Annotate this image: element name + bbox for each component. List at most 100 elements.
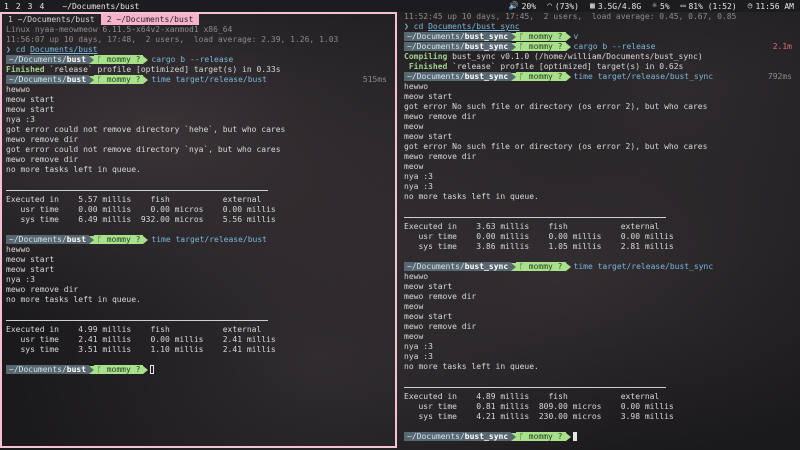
cargo-status-text: `release` profile [optimized] target(s) … [44, 65, 281, 74]
brightness-icon: ☼ [652, 1, 657, 10]
output-line: mewo remove dir [404, 322, 477, 331]
volume-indicator[interactable]: 🔊 20% [509, 2, 536, 11]
prompt-directory: ~/Documents/bust_sync [404, 32, 512, 41]
git-branch-icon: ᚴ [519, 432, 529, 441]
cargo-status-text: bust_sync v0.1.0 (/home/william/Document… [447, 52, 703, 61]
output-line: got error No such file or directory (os … [404, 102, 708, 111]
output-line: Executed in 5.57 millis fish external [6, 195, 262, 204]
shell-prompt: ~/Documents/bust_sync ᚴ mommy ? [404, 432, 571, 441]
git-branch-icon: ᚴ [519, 72, 529, 81]
prompt-separator [565, 262, 571, 271]
prompt-line: ~/Documents/bust ᚴ mommy ? cargo b --relea… [6, 55, 391, 65]
git-branch-name: mommy ? [528, 262, 563, 271]
shell-prompt: ~/Documents/bust ᚴ mommy ? [6, 75, 149, 84]
shell-prompt: ~/Documents/bust_sync ᚴ mommy ? [404, 72, 571, 81]
terminal-output[interactable]: 11:52:45 up 10 days, 17:45, 2 users, loa… [400, 12, 800, 442]
prompt-git-branch: ᚴ mommy ? [516, 42, 566, 51]
prompt-dir-path: ~/Documents/ [9, 75, 67, 84]
git-branch-icon: ᚴ [519, 32, 529, 41]
shell-prompt: ~/Documents/bust_sync ᚴ mommy ? [404, 42, 571, 51]
output-line: sys time 6.49 millis 932.00 micros 5.56 … [6, 215, 276, 224]
git-branch-name: mommy ? [528, 72, 563, 81]
terminal-pane-left[interactable]: 1 ~/Documents/bust 2 ~/Documents/bust Li… [0, 12, 397, 448]
output-line: no more tasks left in queue. [404, 192, 539, 201]
output-line: sys time 4.21 millis 230.00 micros 3.98 … [404, 412, 674, 421]
terminal-tab-1[interactable]: 1 ~/Documents/bust [2, 14, 101, 25]
battery-icon: ▭ [680, 1, 686, 10]
prompt-git-branch: ᚴ mommy ? [94, 235, 144, 244]
command-text: cargo b --release [151, 55, 234, 64]
output-line: meow [404, 332, 424, 341]
prompt-dir-name: bust_sync [464, 32, 509, 41]
workspace-1[interactable]: 1 [4, 2, 9, 11]
prompt-separator [565, 432, 571, 441]
git-branch-icon: ᚴ [519, 262, 529, 271]
terminal-output[interactable]: Linux nyaa-meowmeow 6.11.5-x64v2-xanmod1… [2, 25, 395, 375]
workspace-4[interactable]: 4 [39, 2, 44, 11]
workspace-3[interactable]: 3 [28, 2, 33, 11]
output-line: hewwo [6, 85, 31, 94]
output-line: hewwo [404, 82, 429, 91]
output-line: meow [404, 302, 424, 311]
command-duration: 2.1m [772, 42, 792, 51]
focused-window-title: ~/Documents/bust [62, 1, 140, 11]
workspace-2[interactable]: 2 [16, 2, 21, 11]
command-duration: 515ms [362, 75, 387, 84]
terminal-pane-right[interactable]: 11:52:45 up 10 days, 17:45, 2 users, loa… [400, 12, 800, 448]
prompt-line: ~/Documents/bust ᚴ mommy ? [6, 365, 391, 375]
command-duration: 792ms [767, 72, 792, 81]
output-line: nya :3 [404, 172, 433, 181]
output-line: sys time 3.51 millis 1.10 millis 2.41 mi… [6, 345, 276, 354]
memory-indicator[interactable]: ▦ 3.5G/4.8G [590, 2, 641, 11]
battery-indicator[interactable]: ▭ 81% (1:52) [681, 2, 737, 11]
shell-prompt: ~/Documents/bust ᚴ mommy ? [6, 235, 149, 244]
prompt-dir-name: bust [66, 75, 87, 84]
prompt-dir-path: ~/Documents/ [9, 365, 67, 374]
prompt-dir-name: bust_sync [464, 72, 509, 81]
prompt-git-branch: ᚴ mommy ? [94, 75, 144, 84]
output-line: meow start [404, 132, 453, 141]
shell-prompt: ~/Documents/bust ᚴ mommy ? [6, 55, 149, 64]
git-branch-name: mommy ? [528, 32, 563, 41]
text-cursor [572, 432, 577, 441]
terminal-tab-2[interactable]: 2 ~/Documents/bust [100, 14, 200, 25]
motd-line: Linux nyaa-meowmeow 6.11.5-x64v2-xanmod1… [6, 25, 233, 34]
prompt-separator [565, 42, 571, 51]
status-bar: 1 2 3 4 ~/Documents/bust 🔊 20% ◠ (73%) ▦ 3.… [0, 0, 800, 12]
prompt-directory: ~/Documents/bust [6, 365, 90, 374]
output-line: sys time 3.86 millis 1.05 millis 2.81 mi… [404, 242, 674, 251]
prompt-directory: ~/Documents/bust_sync [404, 72, 512, 81]
prompt-line: ~/Documents/bust_sync ᚴ mommy ? v [404, 32, 796, 42]
prompt-line: ~/Documents/bust_sync ᚴ mommy ? time targe… [404, 72, 796, 82]
output-line: nya :3 [404, 352, 433, 361]
output-line: meow start [6, 95, 55, 104]
prompt-dir-path: ~/Documents/ [9, 55, 67, 64]
brightness-indicator[interactable]: ☼ 5% [652, 2, 669, 11]
output-line: Executed in 4.89 millis fish external [404, 392, 660, 401]
output-line: meow start [404, 282, 453, 291]
shell-prompt: ~/Documents/bust_sync ᚴ mommy ? [404, 262, 571, 271]
prompt-dir-name: bust [66, 235, 87, 244]
prompt-dir-name: bust [66, 55, 87, 64]
output-line: meow [404, 122, 424, 131]
cargo-status-line: Finished `release` profile [optimized] t… [6, 65, 391, 75]
prompt-git-branch: ᚴ mommy ? [516, 432, 566, 441]
output-line: no more tasks left in queue. [6, 295, 141, 304]
output-line: got error could not remove directory `he… [6, 125, 286, 134]
prompt-separator [143, 75, 149, 84]
command-text: cd [413, 22, 429, 31]
wifi-indicator[interactable]: ◠ (73%) [547, 2, 579, 11]
prompt-git-branch: ᚴ mommy ? [94, 55, 144, 64]
git-branch-name: mommy ? [106, 235, 141, 244]
git-branch-name: mommy ? [106, 55, 141, 64]
prompt-symbol: ❯ [6, 45, 16, 54]
command-line: ❯ cd Documents/bust_sync [404, 22, 796, 32]
output-line: mewo remove dir [404, 152, 477, 161]
output-line: mewo remove dir [404, 292, 477, 301]
prompt-git-branch: ᚴ mommy ? [516, 262, 566, 271]
prompt-line: ~/Documents/bust_sync ᚴ mommy ? cargo b --… [404, 42, 796, 52]
clock[interactable]: ◷ 11:56 AM [748, 2, 794, 11]
prompt-separator [143, 235, 149, 244]
